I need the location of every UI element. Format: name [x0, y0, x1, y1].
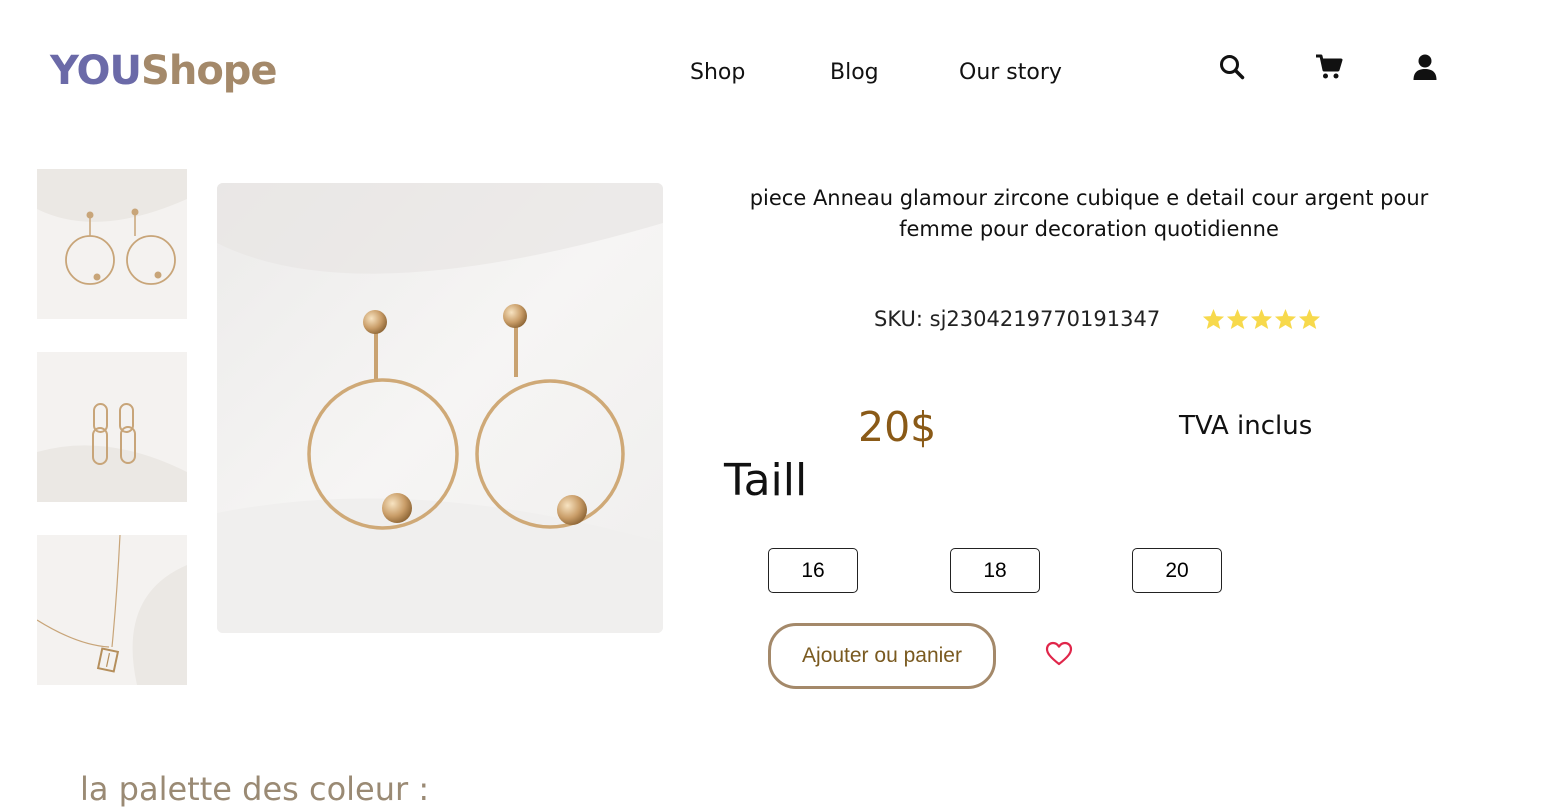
pendant-necklace-thumb-image — [37, 535, 187, 685]
star-icon — [1226, 308, 1249, 330]
add-to-cart-button[interactable]: Ajouter ou panier — [768, 623, 996, 689]
size-label: Taill — [724, 455, 808, 506]
star-icon — [1250, 308, 1273, 330]
star-icon — [1202, 308, 1225, 330]
star-icon — [1298, 308, 1321, 330]
tax-note: TVA inclus — [1179, 411, 1313, 441]
nav-shop[interactable]: Shop — [690, 60, 745, 85]
hoop-earrings-thumb-image — [37, 169, 187, 319]
logo-you: YOU — [50, 48, 142, 94]
thumbnail-pendant-necklace[interactable] — [37, 535, 187, 685]
star-rating — [1202, 308, 1321, 330]
thumbnail-hoop-earrings[interactable] — [37, 169, 187, 319]
main-product-image — [217, 183, 663, 633]
palette-heading: la palette des coleur : — [80, 770, 430, 808]
nav-blog[interactable]: Blog — [830, 60, 879, 85]
link-earrings-thumb-image — [37, 352, 187, 502]
user-icon[interactable] — [1408, 50, 1442, 84]
star-icon — [1274, 308, 1297, 330]
search-icon[interactable] — [1215, 50, 1249, 84]
size-option-20[interactable]: 20 — [1132, 548, 1222, 593]
nav-our-story[interactable]: Our story — [959, 60, 1062, 85]
cart-icon[interactable] — [1312, 50, 1346, 84]
product-title: piece Anneau glamour zircone cubique e d… — [749, 186, 1429, 241]
size-option-16[interactable]: 16 — [768, 548, 858, 593]
product-price: 20$ — [858, 403, 937, 451]
heart-icon[interactable] — [1045, 641, 1073, 671]
thumbnail-link-earrings[interactable] — [37, 352, 187, 502]
size-option-18[interactable]: 18 — [950, 548, 1040, 593]
hoop-earrings-main-image — [217, 183, 663, 633]
brand-logo[interactable]: YOUShope — [50, 48, 278, 94]
logo-shope: Shope — [141, 48, 278, 94]
product-sku: SKU: sj2304219770191347 — [874, 307, 1161, 331]
